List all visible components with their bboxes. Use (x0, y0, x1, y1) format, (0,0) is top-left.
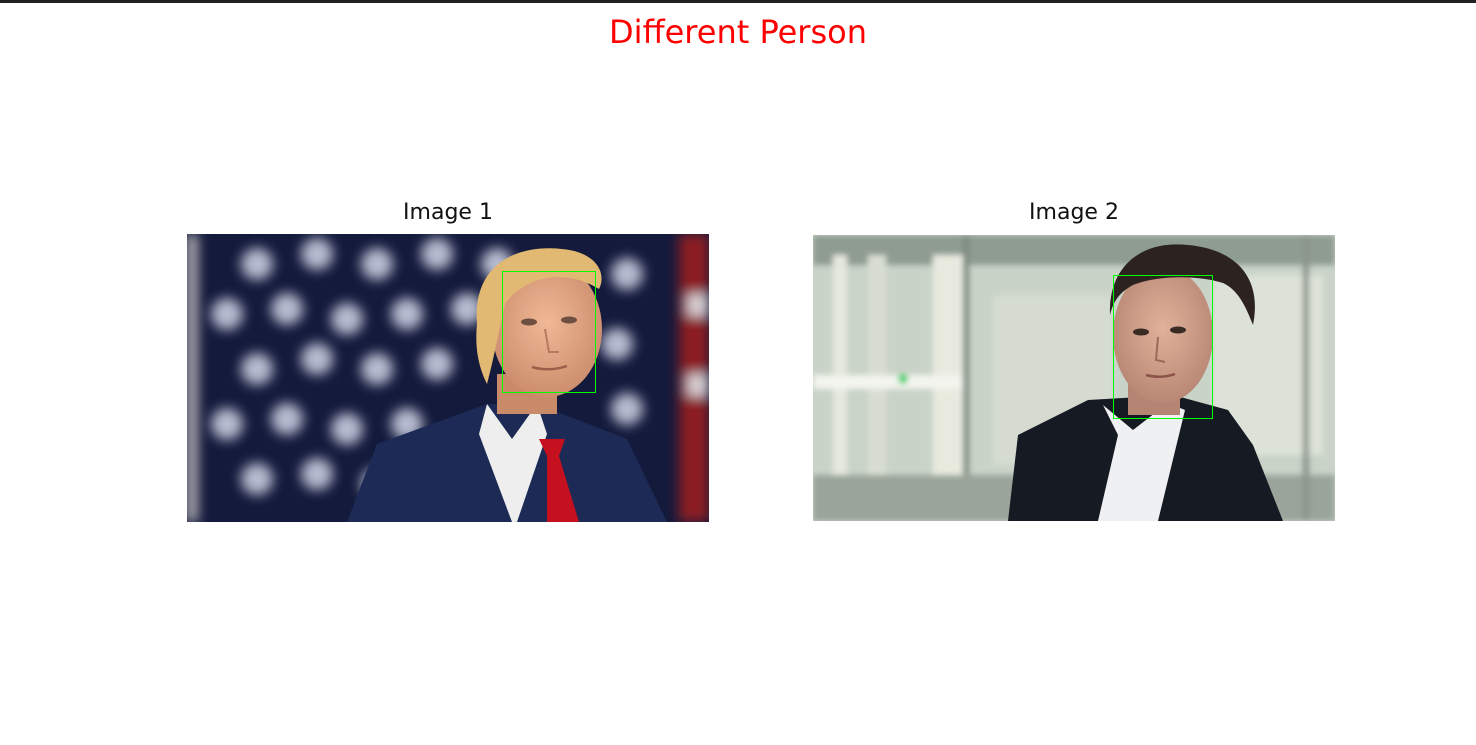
result-title: Different Person (609, 13, 867, 51)
image-2-title: Image 2 (1029, 200, 1119, 225)
image-1-photo (187, 234, 709, 522)
image-1-face-box (502, 271, 596, 393)
window-top-border (0, 0, 1476, 3)
image-2-face-box (1113, 275, 1213, 419)
image-1-title: Image 1 (403, 200, 493, 225)
image-2-photo (813, 235, 1335, 521)
